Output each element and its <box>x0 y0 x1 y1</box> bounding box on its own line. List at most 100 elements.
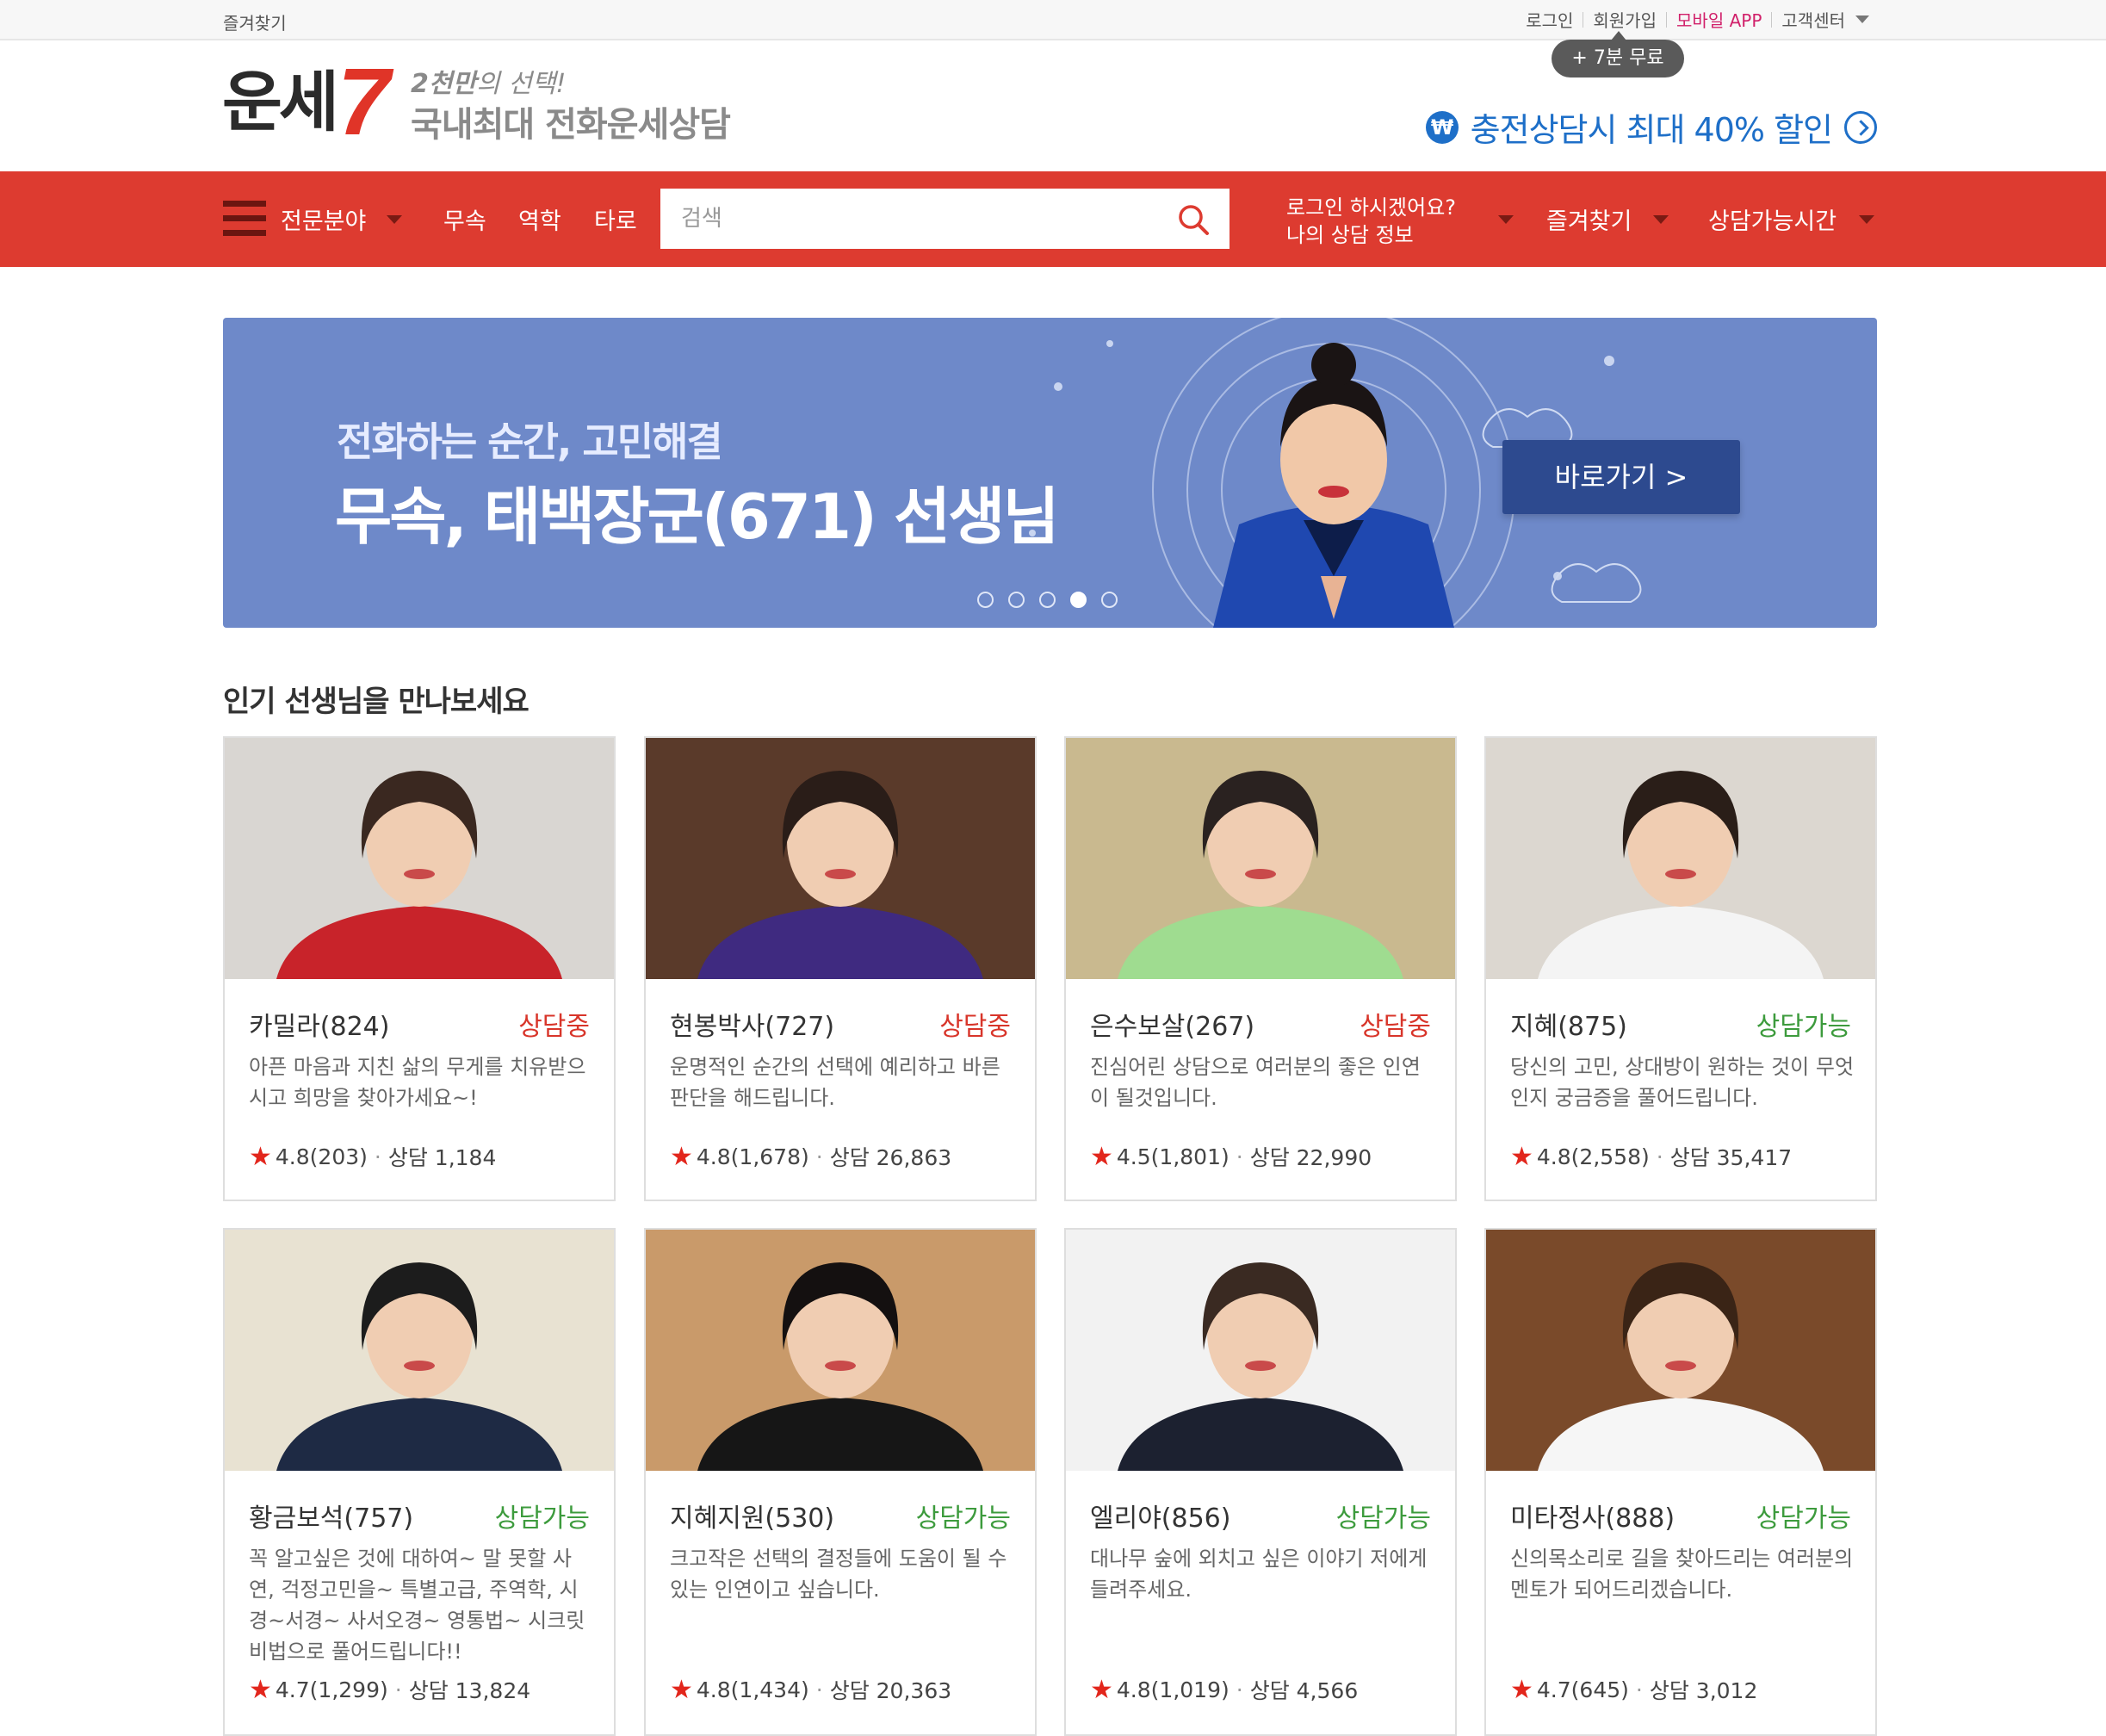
teacher-photo[interactable] <box>1066 1230 1455 1471</box>
teacher-description: 아픈 마음과 지친 삶의 무게를 치유받으시고 희망을 찾아가세요~! <box>249 1055 586 1110</box>
star-icon: ★ <box>1090 1141 1113 1172</box>
support-link[interactable]: 고객센터 <box>1781 7 1845 32</box>
teacher-photo[interactable] <box>1486 738 1875 979</box>
teacher-card[interactable]: 카밀라(824) 상담중 아픈 마음과 지친 삶의 무게를 치유받으시고 희망을 찾… <box>223 736 616 1201</box>
teacher-photo[interactable] <box>1066 738 1455 979</box>
login-link[interactable]: 로그인 <box>1526 7 1573 32</box>
teacher-photo-frame[interactable] <box>1066 738 1455 979</box>
teacher-photo-frame[interactable] <box>1486 738 1875 979</box>
carousel-dot[interactable] <box>1039 592 1056 608</box>
star-icon: ★ <box>1510 1141 1533 1172</box>
teacher-name[interactable]: 미타정사(888) <box>1510 1497 1675 1534</box>
teacher-photo-frame[interactable] <box>646 738 1035 979</box>
site-logo[interactable]: 운세 7 <box>222 49 391 155</box>
teacher-photo-frame[interactable] <box>1486 1230 1875 1471</box>
teacher-name[interactable]: 현봉박사(727) <box>670 1005 834 1043</box>
teacher-photo[interactable] <box>225 738 614 979</box>
consult-count: 상담 3,012 <box>1649 1678 1758 1703</box>
teacher-card[interactable]: 엘리야(856) 상담가능 대나무 숲에 외치고 싶은 이야기 저에게 들려주세요.… <box>1064 1228 1457 1736</box>
category-menu[interactable]: 전문분야 <box>281 202 366 236</box>
separator: · <box>815 1677 823 1702</box>
teacher-photo[interactable] <box>1486 1230 1875 1471</box>
status-badge: 상담가능 <box>1756 1504 1851 1534</box>
teacher-description: 운명적인 순간의 선택에 예리하고 바른 판단을 해드립니다. <box>670 1055 1000 1110</box>
teacher-card[interactable]: 황금보석(757) 상담가능꼭 알고싶은 것에 대하여~ 말 못할 사연, 걱정고… <box>223 1228 616 1736</box>
consult-count: 상담 22,990 <box>1249 1145 1372 1170</box>
banner-go-button[interactable]: 바로가기 > <box>1502 440 1740 514</box>
teacher-stats: ★ 4.7(1,299) · 상담 13,824 <box>249 1674 530 1705</box>
carousel-pagination <box>977 592 1132 608</box>
teacher-stats: ★ 4.8(2,558) · 상담 35,417 <box>1510 1141 1792 1172</box>
charge-discount-promo[interactable]: ₩ 충전상담시 최대 40% 할인 <box>1425 103 1877 151</box>
teacher-description: 신의목소리로 길을 찾아드리는 여러분의 멘토가 되어드리겠습니다. <box>1510 1547 1854 1602</box>
nav-item-shaman[interactable]: 무속 <box>443 202 486 236</box>
teacher-name[interactable]: 황금보석(757) <box>249 1497 413 1534</box>
chevron-down-icon[interactable] <box>387 215 402 224</box>
teacher-photo-frame[interactable] <box>1066 1230 1455 1471</box>
search-input[interactable] <box>660 189 1160 249</box>
hamburger-menu-icon[interactable] <box>223 201 266 237</box>
section-title: 인기 선생님을 만나보세요 <box>223 685 530 719</box>
nav-available-time[interactable]: 상담가능시간 <box>1708 202 1837 236</box>
hero-banner[interactable]: 전화하는 순간, 고민해결 무속, 태백장군(671) 선생님 바로가기 > <box>223 318 1877 628</box>
teacher-stats: ★ 4.8(1,019) · 상담 4,566 <box>1090 1674 1358 1705</box>
teacher-rating: 4.7(645) <box>1536 1677 1629 1702</box>
tagline-line1: 의 선택! <box>476 69 567 99</box>
tagline-highlight: 2천만 <box>411 69 477 99</box>
carousel-dot[interactable] <box>1101 592 1118 608</box>
teacher-description: 크고작은 선택의 결정들에 도움이 될 수 있는 인연이고 싶습니다. <box>670 1547 1007 1602</box>
carousel-dot[interactable] <box>1008 592 1025 608</box>
teacher-name[interactable]: 카밀라(824) <box>249 1005 389 1043</box>
chevron-down-icon[interactable] <box>1653 215 1669 224</box>
logo-number: 7 <box>337 49 391 155</box>
teacher-card[interactable]: 현봉박사(727) 상담중운명적인 순간의 선택에 예리하고 바른 판단을 해드립… <box>644 736 1037 1201</box>
separator: · <box>394 1677 402 1702</box>
teacher-card[interactable]: 은수보살(267) 상담중 진심어린 상담으로 여러분의 좋은 인연이 될것입니다.… <box>1064 736 1457 1201</box>
teacher-photo[interactable] <box>225 1230 614 1471</box>
teacher-photo-frame[interactable] <box>225 1230 614 1471</box>
teacher-description: 꼭 알고싶은 것에 대하여~ 말 못할 사연, 걱정고민을~ 특별고급, 주역학… <box>249 1547 585 1664</box>
nav-item-astrology[interactable]: 역학 <box>518 202 561 236</box>
star-icon: ★ <box>670 1674 693 1705</box>
mobile-app-link[interactable]: 모바일 APP <box>1676 7 1762 32</box>
teacher-photo-frame[interactable] <box>646 1230 1035 1471</box>
nav-item-tarot[interactable]: 타로 <box>594 202 637 236</box>
banner-title: 무속, 태백장군(671) 선생님 <box>335 480 1060 553</box>
chevron-down-icon[interactable] <box>1855 16 1869 23</box>
teacher-stats: ★ 4.8(203) · 상담 1,184 <box>249 1141 496 1172</box>
status-badge: 상담가능 <box>494 1504 590 1534</box>
separator: · <box>1236 1677 1243 1702</box>
top-utility-bar: 즐겨찾기 로그인 회원가입 모바일 APP 고객센터 <box>0 0 2106 40</box>
my-consult-info: 나의 상담 정보 <box>1286 223 1414 247</box>
star-icon: ★ <box>249 1674 272 1705</box>
teacher-name[interactable]: 지혜지원(530) <box>670 1497 834 1534</box>
teacher-description: 진심어린 상담으로 여러분의 좋은 인연이 될것입니다. <box>1090 1055 1421 1110</box>
signup-link[interactable]: 회원가입 <box>1593 7 1657 32</box>
login-prompt: 로그인 하시겠어요? <box>1286 195 1457 220</box>
teacher-rating: 4.7(1,299) <box>275 1677 388 1702</box>
teacher-card[interactable]: 지혜(875) 상담가능 당신의 고민, 상대방이 원하는 것이 무엇인지 궁금증을… <box>1484 736 1877 1201</box>
login-consult-info[interactable]: 로그인 하시겠어요? 나의 상담 정보 <box>1286 194 1456 249</box>
chevron-down-icon[interactable] <box>1498 215 1514 224</box>
teacher-photo[interactable] <box>646 738 1035 979</box>
teacher-name[interactable]: 엘리야(856) <box>1090 1497 1230 1534</box>
consult-count: 상담 26,863 <box>829 1145 952 1170</box>
separator: · <box>374 1144 381 1169</box>
status-badge: 상담중 <box>939 1012 1011 1042</box>
teacher-rating: 4.8(1,434) <box>696 1677 809 1702</box>
tagline-line2: 국내최대 전화운세상담 <box>411 105 731 145</box>
teacher-name[interactable]: 지혜(875) <box>1510 1005 1627 1043</box>
carousel-dot-active[interactable] <box>1070 592 1087 608</box>
carousel-dot[interactable] <box>977 592 994 608</box>
teacher-name[interactable]: 은수보살(267) <box>1090 1005 1254 1043</box>
teacher-card[interactable]: 미타정사(888) 상담가능신의목소리로 길을 찾아드리는 여러분의 멘토가 되어… <box>1484 1228 1877 1736</box>
teacher-card[interactable]: 지혜지원(530) 상담가능 크고작은 선택의 결정들에 도움이 될 수 있는 인연… <box>644 1228 1037 1736</box>
favorites-link[interactable]: 즐겨찾기 <box>223 9 287 34</box>
status-badge: 상담가능 <box>1756 1012 1851 1042</box>
nav-favorites[interactable]: 즐겨찾기 <box>1546 202 1632 236</box>
teacher-photo-frame[interactable] <box>225 738 614 979</box>
search-icon[interactable] <box>1176 202 1211 237</box>
teacher-photo[interactable] <box>646 1230 1035 1471</box>
tagline: 2천만의 선택! 국내최대 전화운세상담 <box>411 67 731 148</box>
chevron-down-icon[interactable] <box>1859 215 1874 224</box>
